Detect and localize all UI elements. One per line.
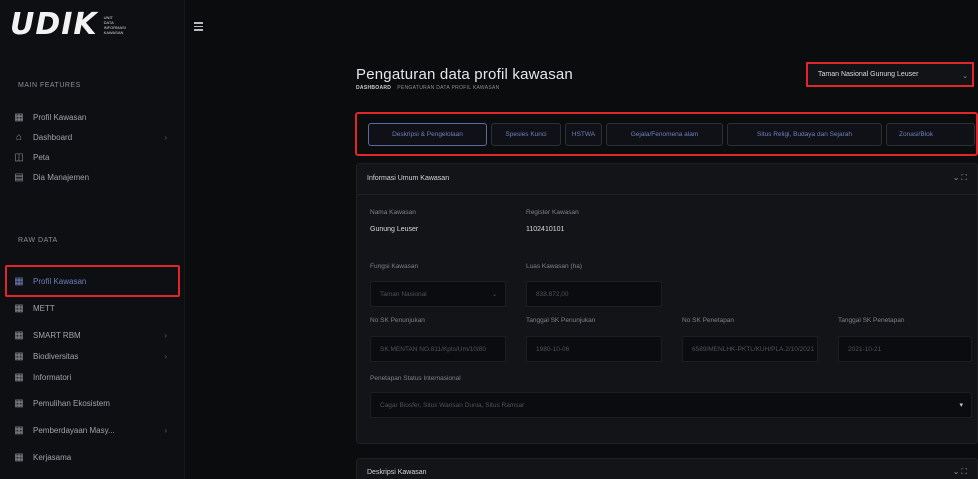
tab-deskripsi-pengelolaan[interactable]: Deskripsi & Pengelolaan <box>368 123 487 146</box>
sidebar-item-label: Informatori <box>33 372 72 382</box>
sk-penunjukan-input[interactable]: SK.MENTAN NO.811/Kpts/Um/10/80 <box>370 336 506 362</box>
sidebar-item-pemberdayaan-masyarakat[interactable]: ▦ Pemberdayaan Masy... › <box>13 420 173 440</box>
sidebar-item-biodiversitas[interactable]: ▦ Biodiversitas › <box>13 346 173 366</box>
sidebar-item-label: Pemulihan Ekosistem <box>33 398 110 408</box>
chevron-down-icon: ⌄ <box>962 73 968 80</box>
tab-spesies-kunci[interactable]: Spesies Kunci <box>491 123 561 146</box>
breadcrumb: DASHBOARD PENGATURAN DATA PROFIL KAWASAN <box>356 85 500 91</box>
sidebar-item-mett[interactable]: ▦ METT <box>13 298 173 318</box>
chevron-right-icon: › <box>164 132 167 142</box>
calendar-icon: ▤ <box>14 171 24 183</box>
fungsi-kawasan-value: Taman Nasional <box>380 290 427 298</box>
tab-hstwa[interactable]: HSTWA <box>565 123 602 146</box>
logo-text: UDIK <box>10 7 98 42</box>
sidebar-item-label: Kerjasama <box>33 452 72 462</box>
grid-icon: ▦ <box>14 350 24 362</box>
sidebar-item-label: Biodiversitas <box>33 351 79 361</box>
park-select[interactable]: Taman Nasional Gunung Leuser ⌄ <box>806 62 974 87</box>
sidebar-item-informatori[interactable]: ▦ Informatori <box>13 367 173 387</box>
chevron-right-icon: › <box>164 425 167 435</box>
sk-penunjukan-label: No SK Penunjukan <box>370 317 425 324</box>
sidebar-item-kerjasama[interactable]: ▦ Kerjasama <box>13 447 173 467</box>
grid-icon: ▦ <box>14 424 24 436</box>
app-logo[interactable]: UDIK UNIT DATA INFORMASI KAWASAN <box>10 8 170 42</box>
register-kawasan-value: 1102410101 <box>526 226 565 233</box>
sidebar-item-profil-kawasan[interactable]: ▦ Profil Kawasan <box>13 107 173 127</box>
description-card: Deskripsi Kawasan ⌄⛶ <box>356 458 978 479</box>
sidebar-item-smart-rbm[interactable]: ▦ SMART RBM › <box>13 325 173 345</box>
grid-icon: ▦ <box>14 451 24 463</box>
tab-zonasi-blok[interactable]: Zonasi/Blok <box>886 123 975 146</box>
sidebar-item-label: Dia Manajemen <box>33 172 90 182</box>
main-features-label: MAIN FEATURES <box>18 82 81 89</box>
chevron-down-icon: ▾ <box>959 402 963 409</box>
tab-gejala-fenomena-alam[interactable]: Gejala/Fenomena alam <box>606 123 723 146</box>
chevron-down-icon: ⌄ <box>491 291 497 298</box>
fungsi-kawasan-select[interactable]: Taman Nasional ⌄ <box>370 281 506 307</box>
tgl-sk-penetapan-input[interactable]: 2021-10-21 <box>838 336 972 362</box>
card-tools[interactable]: ⌄⛶ <box>953 467 969 477</box>
dashboard-icon: ⌂ <box>15 131 23 143</box>
highlight-active-sidebar-item <box>5 265 180 297</box>
status-internasional-label: Penetapan Status Internasional <box>370 375 461 382</box>
tab-situs-religi[interactable]: Situs Religi, Budaya dan Sejarah <box>727 123 882 146</box>
menu-toggle-icon[interactable] <box>194 22 203 33</box>
logo-subtext: UNIT DATA INFORMASI KAWASAN <box>103 15 126 35</box>
nama-kawasan-label: Nama Kawasan <box>370 209 416 216</box>
status-internasional-placeholder: Cagar Biosfer, Situs Warisan Dunia, Situ… <box>380 401 525 409</box>
luas-kawasan-label: Luas Kawasan (ha) <box>526 263 583 270</box>
sidebar-item-peta[interactable]: ◫ Peta <box>13 147 173 167</box>
sk-penetapan-label: No SK Penetapan <box>682 317 735 324</box>
card-title: Informasi Umum Kawasan <box>367 175 450 182</box>
sidebar-item-dashboard[interactable]: ⌂ Dashboard › <box>13 127 173 147</box>
sidebar-item-dia-manajemen[interactable]: ▤ Dia Manajemen <box>13 167 173 187</box>
page-title: Pengaturan data profil kawasan <box>356 66 573 83</box>
card-tools[interactable]: ⌄⛶ <box>953 173 969 183</box>
fungsi-kawasan-label: Fungsi Kawasan <box>370 263 419 270</box>
sidebar-item-label: Profil Kawasan <box>33 112 87 122</box>
chevron-right-icon: › <box>164 330 167 340</box>
sidebar-item-pemulihan-ekosistem[interactable]: ▦ Pemulihan Ekosistem <box>13 393 173 413</box>
sidebar: UDIK UNIT DATA INFORMASI KAWASAN MAIN FEATU… <box>0 0 185 479</box>
luas-kawasan-input[interactable]: 838.872,00 <box>526 281 662 307</box>
grid-icon: ▦ <box>14 302 24 314</box>
register-kawasan-label: Register Kawasan <box>526 209 579 216</box>
tgl-sk-penunjukan-input[interactable]: 1980-10-06 <box>526 336 662 362</box>
top-bar <box>185 0 978 52</box>
status-internasional-select[interactable]: Cagar Biosfer, Situs Warisan Dunia, Situ… <box>370 392 972 418</box>
sidebar-item-label: METT <box>33 303 55 313</box>
nama-kawasan-value: Gunung Leuser <box>370 226 419 233</box>
tgl-sk-penunjukan-label: Tanggal SK Penunjukan <box>526 317 596 324</box>
fullscreen-icon: ⛶ <box>961 467 969 476</box>
park-select-value: Taman Nasional Gunung Leuser <box>818 71 919 78</box>
sidebar-item-label: Peta <box>33 152 50 162</box>
sidebar-item-label: Pemberdayaan Masy... <box>33 425 115 435</box>
sidebar-item-label: SMART RBM <box>33 330 81 340</box>
grid-icon: ▦ <box>14 329 24 341</box>
grid-icon: ▦ <box>14 397 24 409</box>
map-icon: ◫ <box>14 151 24 163</box>
grid-icon: ▦ <box>14 371 24 383</box>
card-title: Deskripsi Kawasan <box>367 469 427 476</box>
breadcrumb-current: PENGATURAN DATA PROFIL KAWASAN <box>397 85 500 91</box>
raw-data-label: RAW DATA <box>18 237 58 244</box>
sidebar-item-label: Dashboard <box>33 132 73 142</box>
tgl-sk-penetapan-label: Tanggal SK Penetapan <box>838 317 905 324</box>
breadcrumb-home[interactable]: DASHBOARD <box>356 85 391 91</box>
grid-icon: ▦ <box>14 111 24 123</box>
chevron-right-icon: › <box>164 351 167 361</box>
sk-penetapan-input[interactable]: 6589/MENLHK-PKTL/KUH/PLA.2/10/2021 <box>682 336 818 362</box>
fullscreen-icon: ⛶ <box>961 173 969 182</box>
